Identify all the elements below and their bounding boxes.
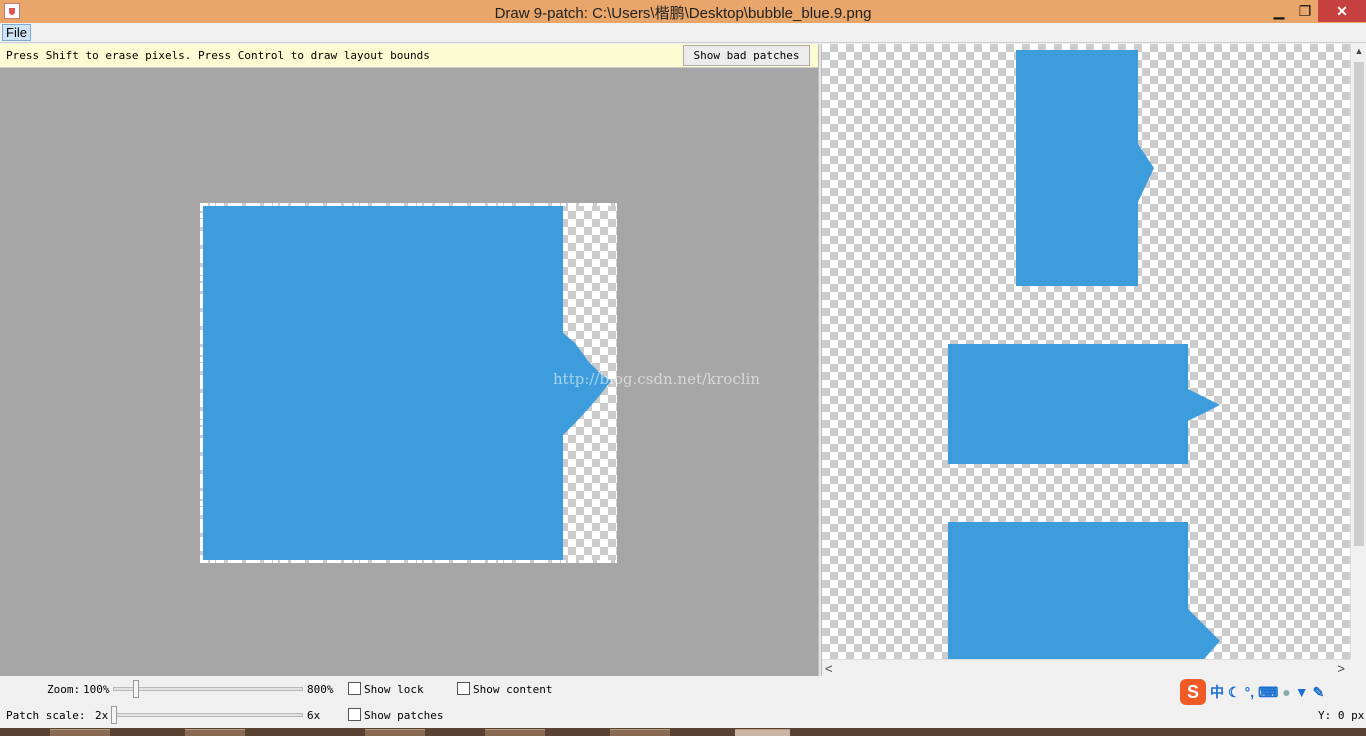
scroll-right-icon[interactable]: > xyxy=(1337,661,1345,676)
keyboard-icon[interactable]: ⌨ xyxy=(1258,684,1278,701)
menu-file[interactable]: File xyxy=(2,24,31,41)
menu-bar: File xyxy=(0,23,1366,43)
minimize-button[interactable]: ▁ xyxy=(1266,0,1292,22)
hint-bar: Press Shift to erase pixels. Press Contr… xyxy=(0,44,818,68)
show-lock-checkbox[interactable] xyxy=(348,682,361,695)
preview-vertical-bubble xyxy=(1016,50,1154,286)
preview-vertical-scrollbar[interactable]: ▲ xyxy=(1350,44,1366,659)
patch-scale-label: Patch scale: xyxy=(6,709,86,722)
editor-panel[interactable]: Press Shift to erase pixels. Press Contr… xyxy=(0,44,818,676)
controls-bar: Zoom: 100% 800% Show lock Show content P… xyxy=(0,676,1366,728)
show-lock-label: Show lock xyxy=(364,683,424,696)
taskbar xyxy=(0,728,1366,736)
preview-horizontal-scrollbar[interactable]: < > xyxy=(822,659,1350,676)
window-title: Draw 9-patch: C:\Users\楷鹏\Desktop\bubble… xyxy=(494,5,872,22)
hint-text: Press Shift to erase pixels. Press Contr… xyxy=(6,49,430,62)
scroll-left-icon[interactable]: < xyxy=(825,661,833,676)
taskbar-item-active[interactable] xyxy=(735,729,790,736)
close-button[interactable]: ✕ xyxy=(1318,0,1366,22)
show-patches-label: Show patches xyxy=(364,709,444,722)
preview-area[interactable] xyxy=(822,44,1350,659)
preview-panel: ▲ < > xyxy=(822,44,1366,676)
taskbar-item[interactable] xyxy=(610,729,670,736)
patch-scale-slider-thumb[interactable] xyxy=(111,706,117,724)
taskbar-item[interactable] xyxy=(50,729,110,736)
user-icon[interactable]: ● xyxy=(1282,684,1290,700)
preview-large-bubble xyxy=(948,522,1220,659)
patch-scale-value: 2x xyxy=(95,709,109,722)
title-bar: Draw 9-patch: C:\Users\楷鹏\Desktop\bubble… xyxy=(0,0,1366,23)
preview-images xyxy=(948,50,1220,659)
shirt-icon[interactable]: ▼ xyxy=(1295,684,1309,700)
scroll-up-icon[interactable]: ▲ xyxy=(1351,46,1366,56)
vertical-scroll-thumb[interactable] xyxy=(1354,62,1364,546)
patch-scale-max-label: 6x xyxy=(307,709,321,722)
zoom-value: 100% xyxy=(83,683,110,696)
ime-toolbar: S 中 ☾ °, ⌨ ● ▼ ✎ xyxy=(1180,679,1324,705)
show-content-checkbox[interactable] xyxy=(457,682,470,695)
show-patches-checkbox[interactable] xyxy=(348,708,361,721)
zoom-label: Zoom: xyxy=(47,683,81,696)
moon-icon[interactable]: ☾ xyxy=(1228,684,1241,701)
zoom-slider[interactable] xyxy=(113,687,303,691)
wrench-icon[interactable]: ✎ xyxy=(1313,684,1325,701)
show-bad-patches-button[interactable]: Show bad patches xyxy=(683,45,810,66)
taskbar-item[interactable] xyxy=(485,729,545,736)
zoom-max-label: 800% xyxy=(307,683,334,696)
zoom-slider-thumb[interactable] xyxy=(133,680,139,698)
taskbar-item[interactable] xyxy=(185,729,245,736)
coordinate-readout: Y: 0 px xyxy=(1318,709,1365,722)
show-content-label: Show content xyxy=(473,683,553,696)
preview-horizontal-bubble xyxy=(948,344,1220,464)
maximize-button[interactable]: ❐ xyxy=(1292,0,1318,22)
ime-punctuation[interactable]: °, xyxy=(1245,684,1255,700)
ime-mode-toggle[interactable]: 中 xyxy=(1210,682,1224,702)
taskbar-item[interactable] xyxy=(365,729,425,736)
patch-scale-slider[interactable] xyxy=(113,713,303,717)
watermark-text: http://blog.csdn.net/kroclin xyxy=(553,370,760,388)
sogou-icon[interactable]: S xyxy=(1180,679,1206,705)
